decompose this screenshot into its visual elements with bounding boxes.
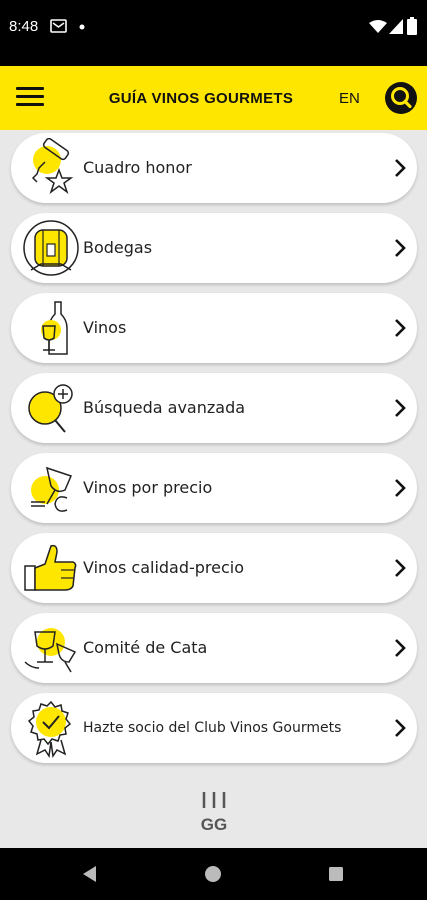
hamburger-menu-icon[interactable] [16,87,44,109]
menu-item-label: Vinos por precio [83,478,213,497]
magnifier-plus-icon [28,384,73,433]
menu-item-bodegas[interactable]: Bodegas [11,213,417,283]
chevron-right-icon [395,399,406,417]
corkscrew-star-icon [31,138,74,195]
chevron-right-icon [395,159,406,177]
menu-item-label: Cuadro honor [83,158,192,177]
thumbs-up-icon [24,544,77,591]
chevron-right-icon [395,559,406,577]
wifi-icon [369,20,387,33]
menu-item-label: Vinos [83,318,127,337]
menu-item-vinos[interactable]: Vinos [11,293,417,363]
back-icon[interactable] [80,864,98,884]
chevron-right-icon [395,319,406,337]
menu-item-label: Comité de Cata [83,638,208,657]
logo-text: GG [201,815,227,832]
signal-icon [389,19,403,34]
battery-icon [407,17,417,35]
menu-item-vinos-calidad-precio[interactable]: Vinos calidad-precio [11,533,417,603]
system-nav-bar [0,848,427,900]
notification-dot-icon [79,24,85,30]
app-title: GUÍA VINOS GOURMETS [108,90,294,107]
menu-item-label: Vinos calidad-precio [83,558,245,577]
menu-item-comite-de-cata[interactable]: Comité de Cata [11,613,417,683]
menu-item-hazte-socio[interactable]: Hazte socio del Club Vinos Gourmets [11,693,417,763]
mail-notification-icon [50,19,67,33]
chevron-right-icon [395,719,406,737]
gg-logo: GG [201,792,227,832]
search-icon [391,87,412,109]
bottle-glass-icon [41,301,68,355]
app-bar: GUÍA VINOS GOURMETS EN [0,66,427,130]
search-button[interactable] [385,82,417,114]
glass-euro-icon [31,466,73,512]
barrel-icon [23,220,79,276]
menu-item-cuadro-honor[interactable]: Cuadro honor [11,133,417,203]
language-button[interactable]: EN [339,90,360,107]
home-icon[interactable] [204,865,222,883]
menu-item-label: Bodegas [83,238,153,257]
menu-item-label: Búsqueda avanzada [83,398,246,417]
menu-item-label: Hazte socio del Club Vinos Gourmets [83,720,342,736]
chevron-right-icon [395,479,406,497]
menu-item-busqueda-avanzada[interactable]: Búsqueda avanzada [11,373,417,443]
menu-item-vinos-por-precio[interactable]: Vinos por precio [11,453,417,523]
chevron-right-icon [395,239,406,257]
status-bar: 8:48 [0,0,427,66]
chevron-right-icon [395,639,406,657]
badge-check-icon [27,700,72,758]
tasting-glasses-icon [24,628,77,673]
status-time: 8:48 [9,18,39,35]
recents-icon[interactable] [328,866,344,882]
